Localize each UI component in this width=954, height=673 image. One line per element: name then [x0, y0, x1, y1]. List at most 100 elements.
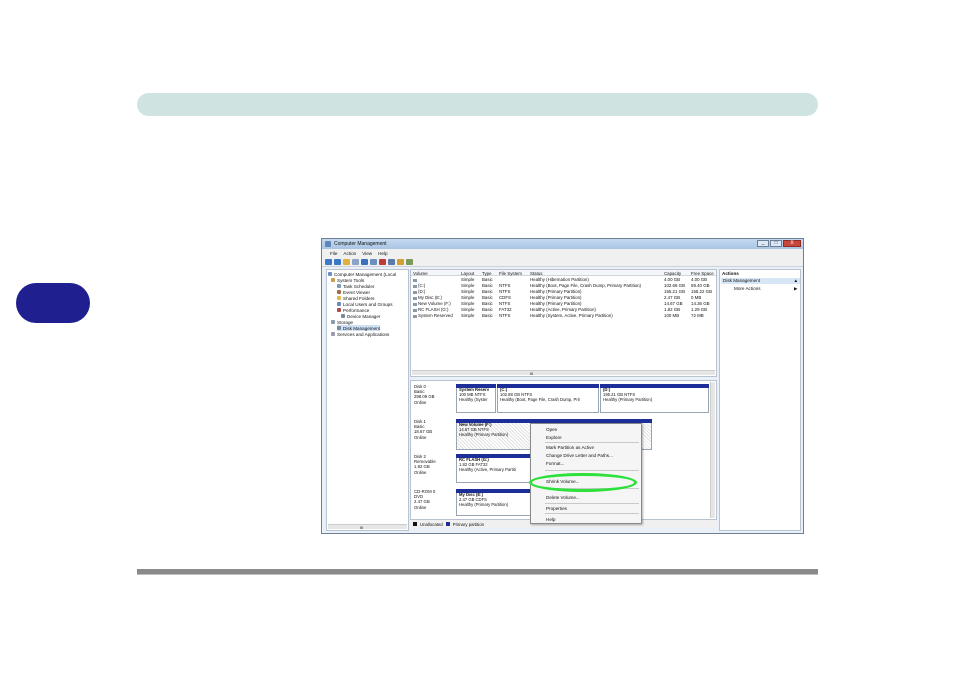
partition-c[interactable]: (C:) 102.88 GB NTFS Healthy (Boot, Page Fi… [497, 384, 599, 413]
menu-delete-volume[interactable]: Delete Volume... [546, 495, 580, 500]
volume-cell: System Reserved [418, 313, 453, 318]
users-icon [337, 302, 341, 306]
device-manager-icon [341, 314, 345, 318]
volume-cell: Simple [461, 301, 475, 306]
disk-icon [337, 326, 341, 330]
menu-help[interactable]: Help [378, 251, 387, 256]
menu-view[interactable]: View [362, 251, 372, 256]
footer-rule [137, 569, 818, 575]
menu-explore[interactable]: Explore [546, 435, 562, 440]
volume-cell: NTFS [499, 313, 511, 318]
volume-drive-icon [413, 314, 417, 318]
refresh-icon[interactable] [388, 258, 395, 265]
col-capacity[interactable]: Capacity [664, 271, 681, 276]
menu-mark-active[interactable]: Mark Partition as Active [546, 445, 594, 450]
partition-system-reserved[interactable]: System Reserv 100 MB NTFS Healthy (Syster [456, 384, 496, 413]
volume-cell: Healthy (System, Active, Primary Partiti… [530, 313, 613, 318]
col-file-system[interactable]: File System [499, 271, 522, 276]
volume-cell: NTFS [499, 289, 511, 294]
volume-drive-icon [413, 290, 417, 294]
computer-icon [328, 272, 332, 276]
navigation-tree: Computer Management (Local System Tools … [326, 269, 409, 531]
volume-cell: Simple [461, 289, 475, 294]
delete-icon[interactable] [379, 258, 386, 265]
volume-list: Volume Layout Type File System Status Ca… [410, 269, 717, 377]
volume-cell: Healthy (Active, Primary Partition) [530, 307, 596, 312]
menu-format[interactable]: Format... [546, 461, 564, 466]
menu-file[interactable]: File [330, 251, 337, 256]
volume-cell: Basic [482, 289, 493, 294]
volume-cell: My Disc (E:) [418, 295, 442, 300]
volume-cell: Basic [482, 295, 493, 300]
volume-row[interactable]: System Reserved Simple Basic NTFS Healthy (S… [411, 313, 716, 319]
col-type[interactable]: Type [482, 271, 492, 276]
col-volume[interactable]: Volume [413, 271, 428, 276]
volume-cell: Simple [461, 277, 475, 282]
rescan-icon[interactable] [406, 258, 413, 265]
volume-scrollbar[interactable]: III [412, 370, 715, 376]
computer-management-icon [325, 241, 331, 247]
col-status[interactable]: Status [530, 271, 542, 276]
volume-cell: Healthy (Hibernation Partition) [530, 277, 589, 282]
help-icon[interactable] [361, 258, 368, 265]
chapter-tab [16, 283, 90, 323]
disk-scrollbar[interactable] [710, 382, 715, 518]
event-viewer-icon [337, 290, 341, 294]
shrink-volume-highlight [529, 473, 637, 492]
volume-cell: New Volume (F:) [418, 301, 451, 306]
folder-icon [337, 296, 341, 300]
actions-disk-management[interactable]: Disk Management ▲ [721, 278, 800, 284]
close-button[interactable]: X [783, 240, 801, 247]
volume-cell: Healthy (Primary Partition) [530, 301, 582, 306]
volume-cell: Healthy (Boot, Page File, Crash Dump, Pr… [530, 283, 642, 288]
open-icon[interactable] [397, 258, 404, 265]
partition-d[interactable]: (D:) 195.21 GB NTFS Healthy (Primary Parti… [600, 384, 709, 413]
col-layout[interactable]: Layout [461, 271, 474, 276]
volume-cell: Basic [482, 301, 493, 306]
volume-cell: 1.29 GB [691, 307, 708, 312]
collapse-arrow-icon[interactable]: ▲ [793, 278, 798, 284]
tree-scrollbar[interactable]: III [328, 524, 407, 530]
volume-cell: 14.67 GB [664, 301, 683, 306]
volume-drive-icon [413, 284, 417, 288]
volume-cell: 2.47 GB [664, 295, 681, 300]
unallocated-swatch [413, 522, 417, 526]
show-hide-tree-icon[interactable] [352, 258, 359, 265]
volume-cell: FAT32 [499, 307, 512, 312]
volume-cell: 1.82 GB [664, 307, 681, 312]
storage-icon [331, 320, 335, 324]
services-icon [331, 332, 335, 336]
volume-cell: 102.68 GB [664, 283, 685, 288]
actions-pane: Actions Disk Management ▲ More Actions ▶ [719, 269, 801, 531]
disk-2-label[interactable]: Disk 2 Removable 1.92 GB Online [414, 454, 456, 475]
disk-1-label[interactable]: Disk 1 Basic 18.67 GB Online [414, 419, 456, 440]
menu-properties[interactable]: Properties [546, 506, 567, 511]
properties-icon[interactable] [370, 258, 377, 265]
volume-cell: (D:) [418, 289, 426, 294]
menu-action[interactable]: Action [343, 251, 356, 256]
menu-help[interactable]: Help [546, 517, 555, 522]
clock-icon [337, 284, 341, 288]
menu-separator [545, 442, 639, 443]
back-icon[interactable] [325, 258, 332, 265]
up-folder-icon[interactable] [343, 258, 350, 265]
actions-more-actions[interactable]: More Actions ▶ [734, 286, 798, 292]
volume-list-header: Volume Layout Type File System Status Ca… [411, 270, 716, 276]
volume-drive-icon [413, 296, 417, 300]
volume-cell: Basic [482, 313, 493, 318]
cdrom-0-label[interactable]: CD-ROM 0 DVD 2.47 GB Online [414, 489, 456, 510]
disk-0-label[interactable]: Disk 0 Basic 298.09 GB Online [414, 384, 456, 405]
volume-cell: 0 MB [691, 295, 702, 300]
volume-cell: 59.40 GB [691, 283, 710, 288]
minimize-button[interactable]: _ [757, 240, 769, 247]
forward-icon[interactable] [334, 258, 341, 265]
volume-cell: 4.00 GB [664, 277, 681, 282]
volume-cell: Healthy (Primary Partition) [530, 289, 582, 294]
volume-cell: Basic [482, 307, 493, 312]
maximize-button[interactable]: □ [770, 240, 782, 247]
col-free-space[interactable]: Free Space [691, 271, 714, 276]
primary-partition-swatch [445, 522, 450, 526]
tree-item-services[interactable]: Services and Applications [331, 331, 389, 337]
menu-open[interactable]: Open [546, 427, 557, 432]
menu-change-drive-letter[interactable]: Change Drive Letter and Paths... [546, 453, 613, 458]
